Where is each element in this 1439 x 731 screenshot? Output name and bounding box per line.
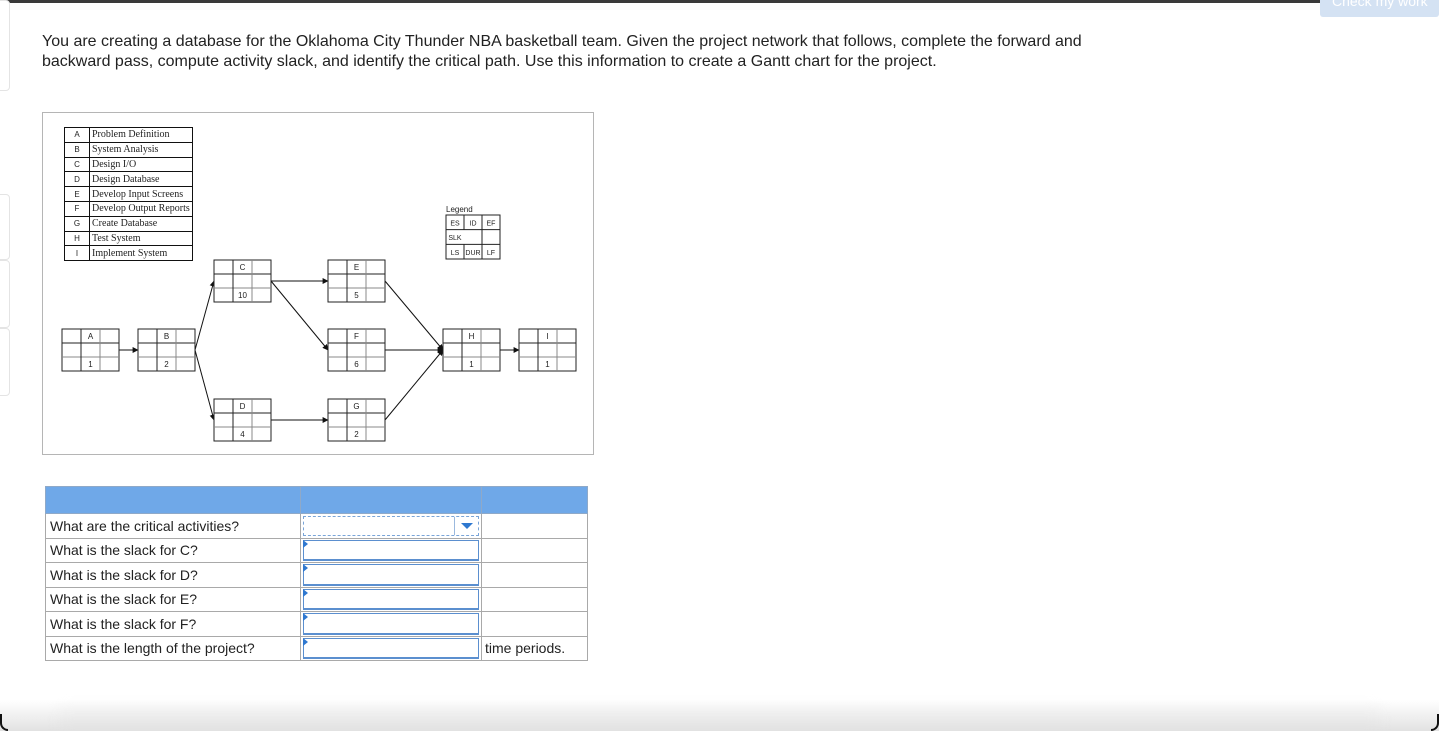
- node-id-label: E: [354, 263, 359, 272]
- edge-B-C: [194, 280, 216, 351]
- side-panel-tab: [0, 0, 10, 91]
- critical-activities-dropdown[interactable]: [303, 516, 479, 536]
- node-duration-label: 2: [354, 430, 359, 439]
- network-diagram: A 1 B 2 C 10 D 4 E 5 F 6 G 2 H 1 I 1 Legend ES ID EF SLK LS DUR L…: [61, 205, 577, 442]
- header-cell: [300, 486, 482, 514]
- node-id-label: B: [164, 332, 169, 341]
- question-prompt: You are creating a database for the Okla…: [42, 33, 1082, 70]
- unit-label: time periods.: [481, 635, 588, 661]
- answer-input[interactable]: [303, 588, 479, 610]
- input-marker-icon: [303, 613, 308, 621]
- input-marker-icon: [303, 564, 308, 572]
- dropdown-divider: [454, 517, 455, 535]
- answer-cell: [300, 586, 482, 612]
- question-label: What is the slack for F?: [45, 611, 301, 637]
- input-marker-icon: [303, 637, 308, 646]
- question-row: What are the critical activities?: [45, 513, 588, 539]
- edge-E-H: [384, 280, 444, 351]
- legend-cell-label: SLK: [448, 235, 462, 242]
- answer-input[interactable]: [303, 613, 479, 635]
- side-panel-tab[interactable]: [0, 194, 10, 260]
- check-my-work-button[interactable]: Check my work: [1320, 0, 1439, 17]
- unit-label: [481, 586, 588, 612]
- project-network-figure: A Problem Definition B System Analysis C Desi…: [42, 112, 594, 455]
- question-label: What is the slack for C?: [45, 537, 301, 563]
- chevron-down-icon[interactable]: [461, 522, 473, 529]
- node-duration-label: 5: [354, 291, 359, 300]
- node-duration-label: 4: [240, 430, 245, 439]
- page-bottom-shadow: [0, 700, 1439, 731]
- question-label: What is the length of the project?: [45, 635, 301, 661]
- question-row: What is the slack for E?: [45, 586, 588, 612]
- legend-cell-label: LF: [487, 250, 495, 257]
- answer-input[interactable]: [303, 637, 479, 659]
- question-label: What is the slack for E?: [45, 586, 301, 612]
- answer-cell: [300, 562, 482, 588]
- unit-label: [481, 537, 588, 563]
- header-cell: [45, 486, 301, 514]
- question-row: What is the length of the project? time p…: [45, 635, 588, 661]
- unit-label: [481, 562, 588, 588]
- input-marker-icon: [303, 539, 308, 548]
- node-id-label: C: [240, 263, 246, 272]
- answer-cell: [300, 513, 482, 539]
- questions-table: What are the critical activities? What is…: [45, 486, 588, 661]
- answer-input[interactable]: [303, 539, 479, 561]
- window-top-bar: [0, 0, 1439, 3]
- question-label: What is the slack for D?: [45, 562, 301, 588]
- answer-cell: [300, 635, 482, 661]
- unit-label: [481, 611, 588, 637]
- side-panel-tab[interactable]: [0, 260, 10, 328]
- question-row: What is the slack for D?: [45, 562, 588, 588]
- node-id-label: H: [469, 332, 475, 341]
- answer-cell: [300, 611, 482, 637]
- edge-B-D: [194, 349, 216, 421]
- question-row: What is the slack for C?: [45, 537, 588, 563]
- header-cell: [481, 486, 588, 514]
- edge-C-F: [270, 280, 329, 351]
- question-label: What are the critical activities?: [45, 513, 301, 539]
- legend-cell-label: EF: [487, 221, 496, 228]
- answer-input[interactable]: [303, 564, 479, 586]
- answer-cell: [300, 537, 482, 563]
- question-row: What is the slack for F?: [45, 611, 588, 637]
- legend-cell-label: ES: [450, 221, 460, 228]
- node-duration-label: 1: [469, 360, 474, 369]
- node-duration-label: 2: [164, 360, 169, 369]
- node-duration-label: 1: [88, 360, 93, 369]
- node-duration-label: 6: [354, 360, 359, 369]
- legend-cell-label: ID: [470, 221, 477, 228]
- node-id-label: F: [354, 332, 359, 341]
- edge-G-H: [384, 349, 444, 421]
- side-panel-tab[interactable]: [0, 328, 10, 396]
- legend-cell-label: DUR: [465, 250, 480, 257]
- table-header-row: [45, 486, 588, 514]
- node-id-label: D: [240, 402, 246, 411]
- unit-label: [481, 513, 588, 539]
- node-duration-label: 1: [545, 360, 550, 369]
- frame-corner: [0, 714, 8, 731]
- legend-cell-label: LS: [451, 250, 460, 257]
- node-id-label: A: [88, 332, 94, 341]
- node-id-label: G: [353, 402, 359, 411]
- node-duration-label: 10: [238, 291, 247, 300]
- legend-title: Legend: [446, 205, 473, 214]
- input-marker-icon: [303, 588, 308, 597]
- node-id-label: I: [546, 332, 548, 341]
